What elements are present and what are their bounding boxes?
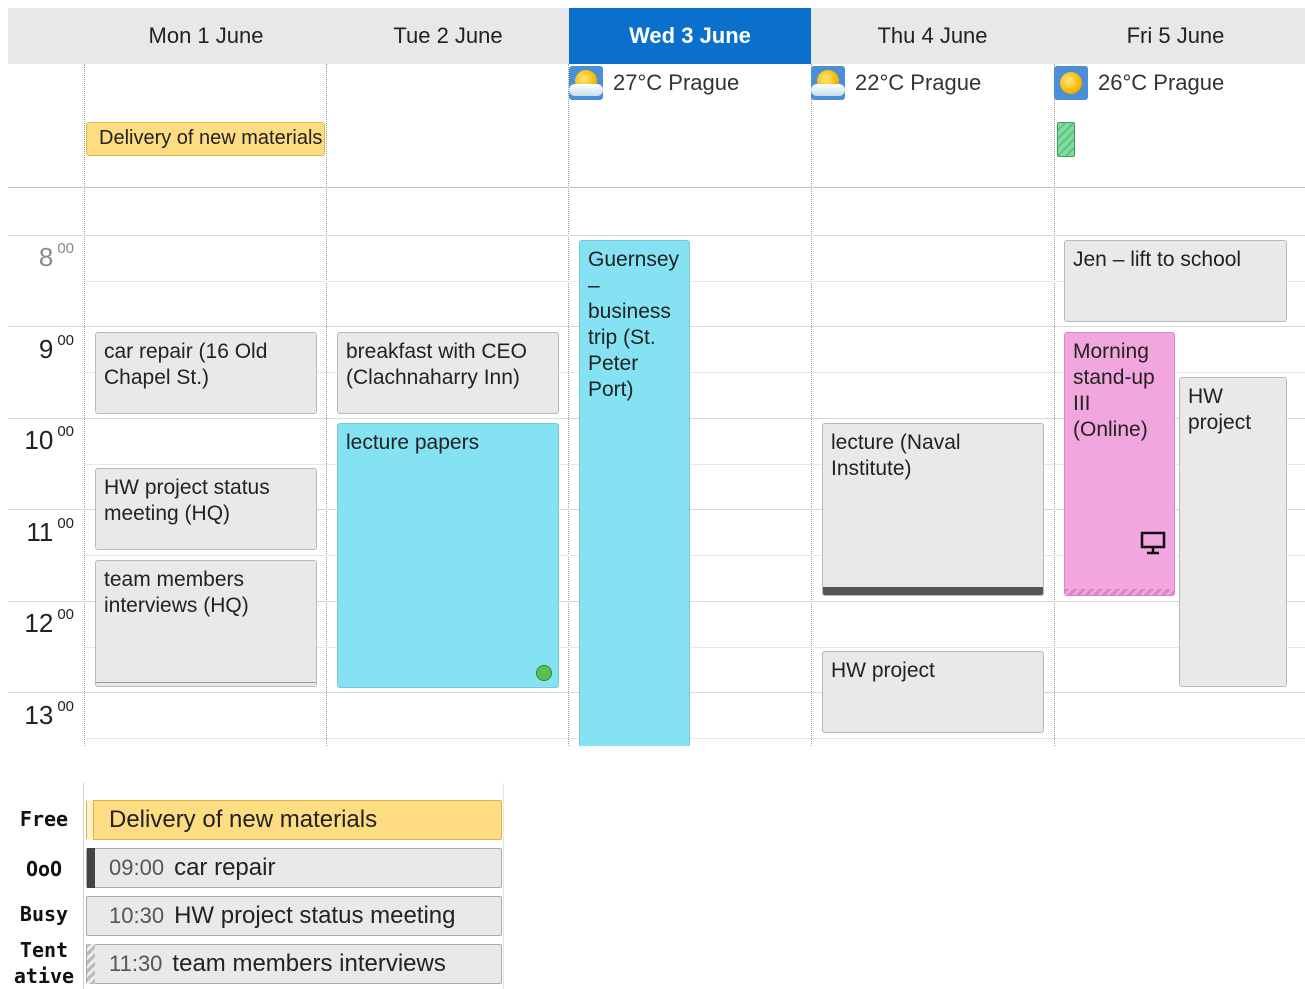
time-label-10: 10 00 <box>24 423 74 455</box>
allday-event-delivery[interactable]: Delivery of new materials <box>86 122 325 156</box>
presentation-icon <box>1140 531 1166 555</box>
legend-text: team members interviews <box>172 950 446 977</box>
legend-label-free: Free <box>19 807 69 831</box>
event-team-interviews[interactable]: team members interviews (HQ) <box>95 560 317 687</box>
allday-event-fri-collapsed[interactable] <box>1057 122 1075 157</box>
legend-item-busy[interactable]: 10:30 HW project status meeting <box>86 896 502 936</box>
event-car-repair[interactable]: car repair (16 Old Chapel St.) <box>95 332 317 414</box>
weather-text: 27°C Prague <box>613 70 740 95</box>
status-dot-icon <box>536 665 552 681</box>
legend-label-tentative: Tent ative <box>13 938 75 988</box>
event-title: Morning stand-up III (Online) <box>1073 340 1155 441</box>
weather-thu[interactable]: 22°C Prague <box>811 65 981 101</box>
legend-bar <box>87 944 95 984</box>
event-title: lecture papers <box>346 431 480 454</box>
weather-wed[interactable]: 27°C Prague <box>569 65 739 101</box>
legend-bar <box>87 848 95 888</box>
legend-item-ooo[interactable]: 09:00 car repair <box>86 848 502 888</box>
event-title: Delivery of new materials <box>99 127 323 149</box>
event-title: HW project <box>831 659 935 682</box>
legend-text: Delivery of new materials <box>109 806 378 833</box>
event-title: Guernsey – business trip (St. Peter Port… <box>588 248 680 401</box>
event-title: HW project <box>1188 385 1252 434</box>
event-breakfast-ceo[interactable]: breakfast with CEO (Clachnaharry Inn) <box>337 332 559 414</box>
time-label-12: 12 00 <box>24 606 74 638</box>
legend-label-busy: Busy <box>19 902 69 926</box>
event-lecture-naval[interactable]: lecture (Naval Institute) <box>822 423 1044 596</box>
day-header-fri[interactable]: Fri 5 June <box>1054 8 1297 64</box>
event-morning-standup[interactable]: Morning stand-up III (Online) <box>1064 332 1175 596</box>
column-divider <box>811 64 812 746</box>
day-header-wed-today[interactable]: Wed 3 June <box>569 8 811 64</box>
allday-separator <box>8 187 1305 188</box>
sun-cloud-icon <box>569 66 603 100</box>
event-bottom-edge <box>96 682 316 683</box>
event-hw-project-thu[interactable]: HW project <box>822 651 1044 733</box>
time-label-11: 11 00 <box>26 515 74 547</box>
day-label: Mon 1 June <box>148 23 264 48</box>
sun-cloud-icon <box>811 66 845 100</box>
day-label: Thu 4 June <box>877 23 988 48</box>
legend-time: 10:30 <box>109 903 165 928</box>
event-hw-project-status[interactable]: HW project status meeting (HQ) <box>95 468 317 550</box>
day-header-mon[interactable]: Mon 1 June <box>85 8 327 64</box>
event-title: breakfast with CEO (Clachnaharry Inn) <box>346 340 527 389</box>
day-label: Tue 2 June <box>393 23 503 48</box>
day-label: Wed 3 June <box>629 23 751 48</box>
column-divider <box>84 64 85 746</box>
event-lecture-papers[interactable]: lecture papers <box>337 423 559 688</box>
day-header-thu[interactable]: Thu 4 June <box>811 8 1054 64</box>
event-title: HW project status meeting (HQ) <box>104 476 270 525</box>
column-divider <box>1054 64 1055 746</box>
legend-label-ooo: OoO <box>25 857 63 881</box>
legend-divider <box>83 783 84 989</box>
event-jen-lift[interactable]: Jen – lift to school <box>1064 240 1287 322</box>
column-divider <box>326 64 327 746</box>
event-pattern-edge <box>1065 589 1174 595</box>
half-hour-line <box>85 738 1305 739</box>
weather-fri[interactable]: 26°C Prague <box>1054 65 1224 101</box>
legend-divider <box>503 783 504 989</box>
legend-bar <box>87 800 94 840</box>
column-divider <box>568 64 569 746</box>
event-title: lecture (Naval Institute) <box>831 431 961 480</box>
legend-time: 11:30 <box>109 951 163 976</box>
event-title: car repair (16 Old Chapel St.) <box>104 340 268 389</box>
event-hw-project-fri[interactable]: HW project <box>1179 377 1287 687</box>
legend-item-free[interactable]: Delivery of new materials <box>86 800 502 840</box>
sun-icon <box>1054 66 1088 100</box>
event-title: Jen – lift to school <box>1073 248 1242 271</box>
legend-time: 09:00 <box>109 855 165 880</box>
event-guernsey-business-trip[interactable]: Guernsey – business trip (St. Peter Port… <box>579 240 690 746</box>
event-status-bar <box>823 587 1043 595</box>
weather-text: 22°C Prague <box>855 70 982 95</box>
day-label: Fri 5 June <box>1126 23 1225 48</box>
legend-text: HW project status meeting <box>174 902 456 929</box>
weather-text: 26°C Prague <box>1098 70 1225 95</box>
legend-text: car repair <box>174 854 276 881</box>
event-title: team members interviews (HQ) <box>104 568 249 617</box>
time-label-13: 13 00 <box>24 698 74 730</box>
hour-line <box>8 235 1305 236</box>
legend-item-tentative[interactable]: 11:30 team members interviews <box>86 944 502 984</box>
day-header-tue[interactable]: Tue 2 June <box>327 8 569 64</box>
time-label-9: 9 00 <box>38 332 74 364</box>
time-label-8: 8 00 <box>38 240 74 272</box>
